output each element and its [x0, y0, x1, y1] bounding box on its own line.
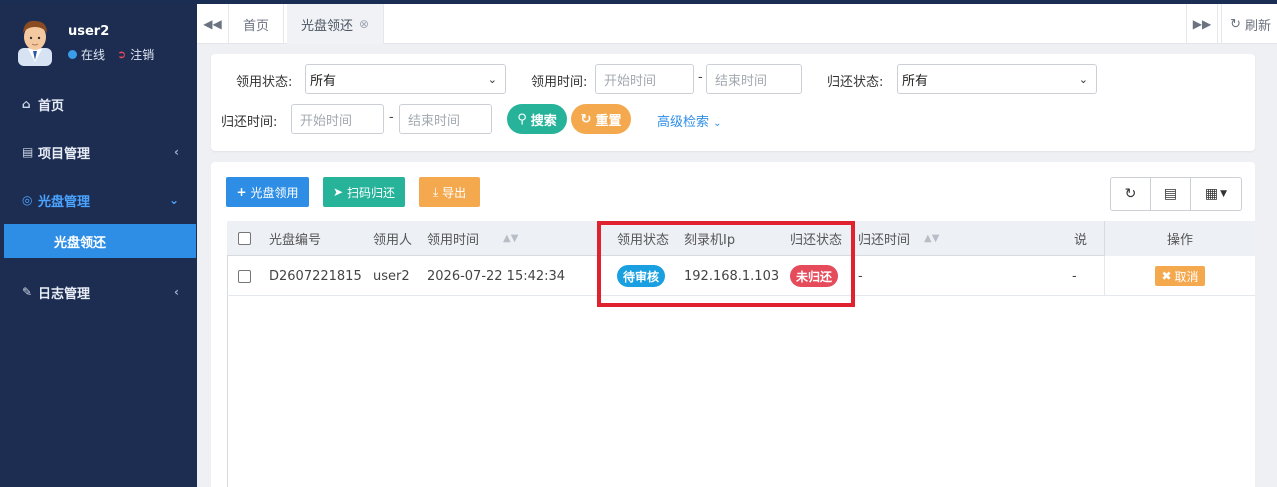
table-panel: + 光盘领用 ➤ 扫码归还 ⤓ 导出 ↻ ▤ ▦ ▼ 光盘编号 领用人 领用时间… — [211, 162, 1255, 487]
borrow-end-time-input[interactable]: 结束时间 — [706, 64, 802, 94]
column-header: 光盘编号 — [269, 233, 322, 248]
return-time-cell: - — [858, 268, 863, 284]
column-header-label: 领用时间 — [427, 233, 480, 248]
close-icon[interactable]: ⊗ — [359, 17, 369, 31]
refresh-icon: ↻ — [1230, 16, 1241, 32]
sidebar-item-label: 光盘管理 — [38, 194, 91, 210]
range-dash: - — [389, 110, 394, 125]
user-panel: user2 在线 ➲ 注销 — [0, 4, 197, 74]
search-label: 搜索 — [530, 113, 557, 129]
close-icon: ✖ — [1161, 269, 1172, 283]
drive-icon: ▤ — [22, 145, 34, 159]
borrow-status-value: 所有 — [310, 73, 337, 89]
sidebar-item-log[interactable]: ✎ 日志管理 ‹ — [0, 272, 197, 312]
borrow-status-label: 领用状态: — [236, 75, 293, 90]
logout-icon[interactable]: ➲ — [117, 48, 126, 61]
disc-number-cell: D2607221815 — [269, 268, 362, 284]
return-end-time-input[interactable]: 结束时间 — [399, 104, 492, 134]
note-cell: - — [1072, 268, 1077, 284]
advanced-search-link[interactable]: 高级检索 ⌄ — [657, 111, 722, 130]
borrower-cell: user2 — [373, 268, 410, 284]
sidebar: user2 在线 ➲ 注销 ⌂ 首页 ▤ 项目管理 ‹ ◎ 光盘管理 ⌄ 光盘领… — [0, 4, 197, 487]
sort-icon: ▲▼ — [924, 233, 940, 244]
tab-label: 光盘领还 — [301, 18, 354, 34]
filter-panel: 领用状态: 所有 ⌄ 领用时间: 开始时间 - 结束时间 归还状态: 所有 ⌄ … — [211, 54, 1255, 151]
column-header-actions: 操作 — [1104, 221, 1255, 256]
refresh-button[interactable]: ↻ 刷新 — [1221, 4, 1271, 44]
sidebar-item-label: 首页 — [38, 98, 65, 114]
column-header-sortable[interactable]: 归还时间 ▲▼ — [858, 221, 939, 256]
sidebar-item-label: 项目管理 — [38, 146, 91, 162]
tab-scroll-right-icon[interactable]: ▶▶ — [1186, 4, 1218, 44]
double-chevron-down-icon: ⌄ — [713, 118, 722, 129]
borrow-disc-label: 光盘领用 — [250, 185, 299, 200]
sidebar-subitem-disc-borrow[interactable]: 光盘领还 — [4, 224, 196, 258]
sidebar-item-disc[interactable]: ◎ 光盘管理 ⌄ — [0, 180, 197, 220]
scan-return-label: 扫码归还 — [347, 185, 396, 200]
borrow-start-time-input[interactable]: 开始时间 — [595, 64, 694, 94]
reset-button[interactable]: ↻ 重置 — [571, 104, 631, 134]
search-icon: ⚲ — [517, 111, 527, 127]
sidebar-item-home[interactable]: ⌂ 首页 — [0, 84, 197, 124]
list-view-icon[interactable]: ▤ — [1151, 178, 1191, 210]
tab-label: 首页 — [243, 18, 270, 34]
tab-scroll-left-icon[interactable]: ◀◀ — [197, 4, 229, 44]
return-time-label: 归还时间: — [221, 115, 278, 130]
return-status-select[interactable]: 所有 ⌄ — [897, 64, 1097, 94]
chevron-left-icon: ‹ — [174, 285, 179, 299]
return-status-value: 所有 — [902, 73, 929, 89]
tab-home[interactable]: 首页 — [229, 4, 285, 44]
home-icon: ⌂ — [22, 97, 31, 111]
location-arrow-icon: ➤ — [332, 185, 344, 199]
range-dash: - — [698, 70, 703, 85]
table-toolbar: ↻ ▤ ▦ ▼ — [1110, 177, 1242, 211]
actions-cell: ✖ 取消 — [1104, 256, 1255, 296]
chevron-down-icon: ⌄ — [1078, 73, 1088, 86]
cancel-button[interactable]: ✖ 取消 — [1155, 266, 1205, 286]
export-label: 导出 — [442, 185, 467, 200]
lifebuoy-icon: ◎ — [22, 193, 33, 207]
return-start-time-input[interactable]: 开始时间 — [291, 104, 384, 134]
refresh-table-icon[interactable]: ↻ — [1111, 178, 1151, 210]
column-header-sortable[interactable]: 领用时间 ▲▼ — [427, 221, 518, 256]
export-button[interactable]: ⤓ 导出 — [419, 177, 480, 207]
column-header-label: 归还时间 — [858, 233, 911, 248]
username: user2 — [68, 24, 110, 39]
refresh-label: 刷新 — [1244, 18, 1271, 34]
tab-disc-borrow[interactable]: 光盘领还 ⊗ — [287, 4, 385, 44]
column-header: 领用人 — [373, 233, 413, 248]
logout-link[interactable]: 注销 — [130, 46, 154, 63]
row-checkbox[interactable] — [238, 256, 251, 296]
user-status: 在线 ➲ 注销 — [68, 46, 154, 63]
select-all-checkbox[interactable] — [238, 221, 251, 256]
return-status-label: 归还状态: — [827, 75, 884, 90]
annotation-highlight-box — [597, 221, 855, 307]
reset-icon: ↻ — [580, 111, 592, 127]
column-header: 说 — [1074, 233, 1088, 248]
columns-grid-icon[interactable]: ▦ ▼ — [1191, 178, 1241, 210]
avatar — [18, 20, 52, 66]
download-icon: ⤓ — [432, 184, 439, 199]
scan-return-button[interactable]: ➤ 扫码归还 — [323, 177, 405, 207]
chevron-down-icon: ⌄ — [487, 73, 497, 86]
sort-icon: ▲▼ — [503, 233, 519, 244]
borrow-status-select[interactable]: 所有 ⌄ — [305, 64, 506, 94]
advanced-search-label: 高级检索 — [657, 115, 710, 130]
online-label: 在线 — [81, 48, 106, 62]
borrow-time-cell: 2026-07-22 15:42:34 — [427, 268, 566, 284]
plus-icon: + — [236, 185, 247, 199]
cancel-label: 取消 — [1174, 269, 1199, 284]
reset-label: 重置 — [595, 113, 622, 129]
online-dot-icon — [68, 50, 77, 59]
chevron-left-icon: ‹ — [174, 145, 179, 159]
borrow-time-label: 领用时间: — [531, 75, 588, 90]
sidebar-item-project[interactable]: ▤ 项目管理 ‹ — [0, 132, 197, 172]
chevron-down-icon: ⌄ — [168, 193, 179, 207]
borrow-disc-button[interactable]: + 光盘领用 — [226, 177, 309, 207]
search-button[interactable]: ⚲ 搜索 — [507, 104, 567, 134]
edit-icon: ✎ — [22, 285, 33, 299]
tab-bar: ◀◀ 首页 光盘领还 ⊗ ▶▶ ↻ 刷新 — [197, 4, 1277, 44]
sidebar-item-label: 日志管理 — [38, 286, 91, 302]
